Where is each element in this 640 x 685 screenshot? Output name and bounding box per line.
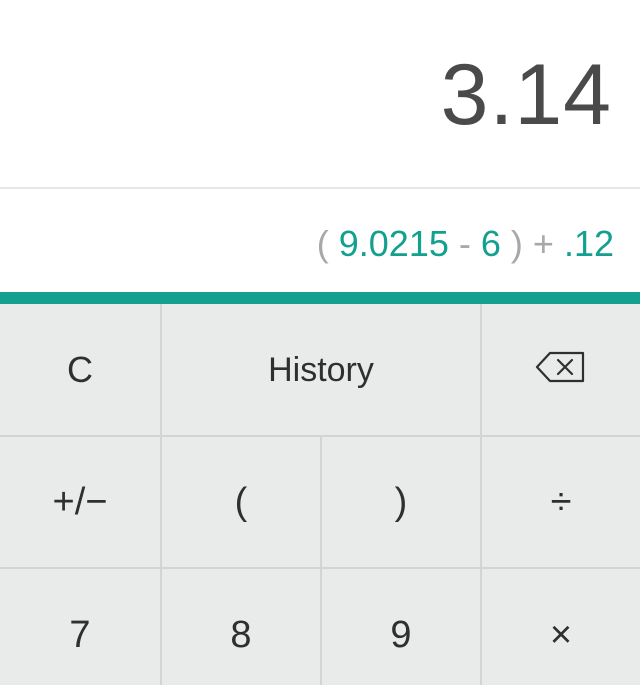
- expression-number: .12: [563, 223, 614, 264]
- digit-7-label: 7: [69, 614, 91, 656]
- clear-button[interactable]: C: [0, 304, 160, 435]
- expression-number: 9.0215: [338, 223, 459, 264]
- plus-minus-button[interactable]: +/−: [0, 437, 160, 567]
- digit-8-label: 8: [230, 614, 252, 656]
- expression-close-paren: ): [510, 223, 533, 264]
- multiply-button[interactable]: ×: [482, 569, 640, 685]
- expression-number: 6: [480, 223, 511, 264]
- history-button[interactable]: History: [162, 304, 480, 435]
- expression-operator: +: [532, 223, 564, 264]
- close-paren-button[interactable]: ): [322, 437, 480, 567]
- digit-8-button[interactable]: 8: [162, 569, 320, 685]
- result-value: 3.14: [440, 47, 612, 143]
- expression-operator: -: [458, 223, 481, 264]
- open-paren-button[interactable]: (: [162, 437, 320, 567]
- expression-line: ( 9.0215 - 6 ) + .12: [317, 226, 614, 262]
- expression-open-paren: (: [316, 223, 339, 264]
- result-display: 3.14: [0, 0, 640, 189]
- digit-9-button[interactable]: 9: [322, 569, 480, 685]
- close-paren-label: ): [394, 481, 408, 523]
- calculator-app: 3.14 ( 9.0215 - 6 ) + .12 C History +/− …: [0, 0, 640, 685]
- digit-7-button[interactable]: 7: [0, 569, 160, 685]
- multiply-label: ×: [549, 614, 573, 656]
- history-label: History: [268, 350, 374, 389]
- digit-9-label: 9: [390, 614, 412, 656]
- backspace-icon: [535, 350, 587, 389]
- divide-button[interactable]: ÷: [482, 437, 640, 567]
- open-paren-label: (: [234, 481, 248, 523]
- keypad: C History +/− ( ) ÷ 7 8 9 ×: [0, 304, 640, 685]
- backspace-button[interactable]: [482, 304, 640, 435]
- divide-label: ÷: [550, 481, 572, 523]
- clear-label: C: [67, 348, 93, 390]
- plus-minus-label: +/−: [52, 481, 108, 523]
- accent-divider: [0, 292, 640, 304]
